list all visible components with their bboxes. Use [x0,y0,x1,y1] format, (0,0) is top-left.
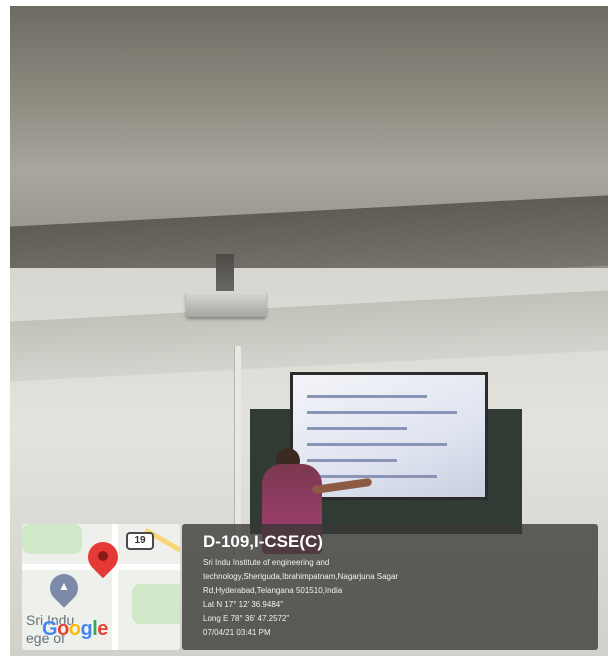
google-logo-letter: G [42,618,58,640]
projector-mount [216,254,234,294]
projector [186,291,266,317]
road-shield-badge: 19 [126,532,154,550]
datetime-text: 07/04/21 03:41 PM [203,628,271,637]
school-glyph: ▲ [58,579,70,593]
google-logo-letter: o [57,618,69,640]
google-logo-letter: o [68,618,81,640]
address-line: Rd,Hyderabad,Telangana 501510,India [203,586,343,595]
screen-text-line [307,459,397,462]
screen-text-line [307,443,447,446]
screen-text-line [307,395,427,398]
map-road [112,524,118,650]
latitude-text: Lat N 17° 12' 36.9484" [203,600,284,609]
google-logo-letter: e [97,618,108,640]
location-map-thumbnail: 19 ▲ Sri Indu ege of Google [22,524,180,650]
screen-text-line [307,427,407,430]
map-park-area [132,584,180,624]
longitude-text: Long E 78° 36' 47.2572" [203,614,290,623]
screen-text-line [307,475,437,478]
google-logo: Google [42,618,108,641]
pin-center [98,551,108,561]
address-line: Sri Indu Institute of engineering and [203,558,330,567]
map-park-area [22,524,82,554]
google-logo-letter: g [80,618,93,640]
location-title: D-109,I-CSE(C) [203,532,323,551]
screen-text-line [307,411,457,414]
address-line: technology,Sheriguda,Ibrahimpatnam,Nagar… [203,572,399,581]
